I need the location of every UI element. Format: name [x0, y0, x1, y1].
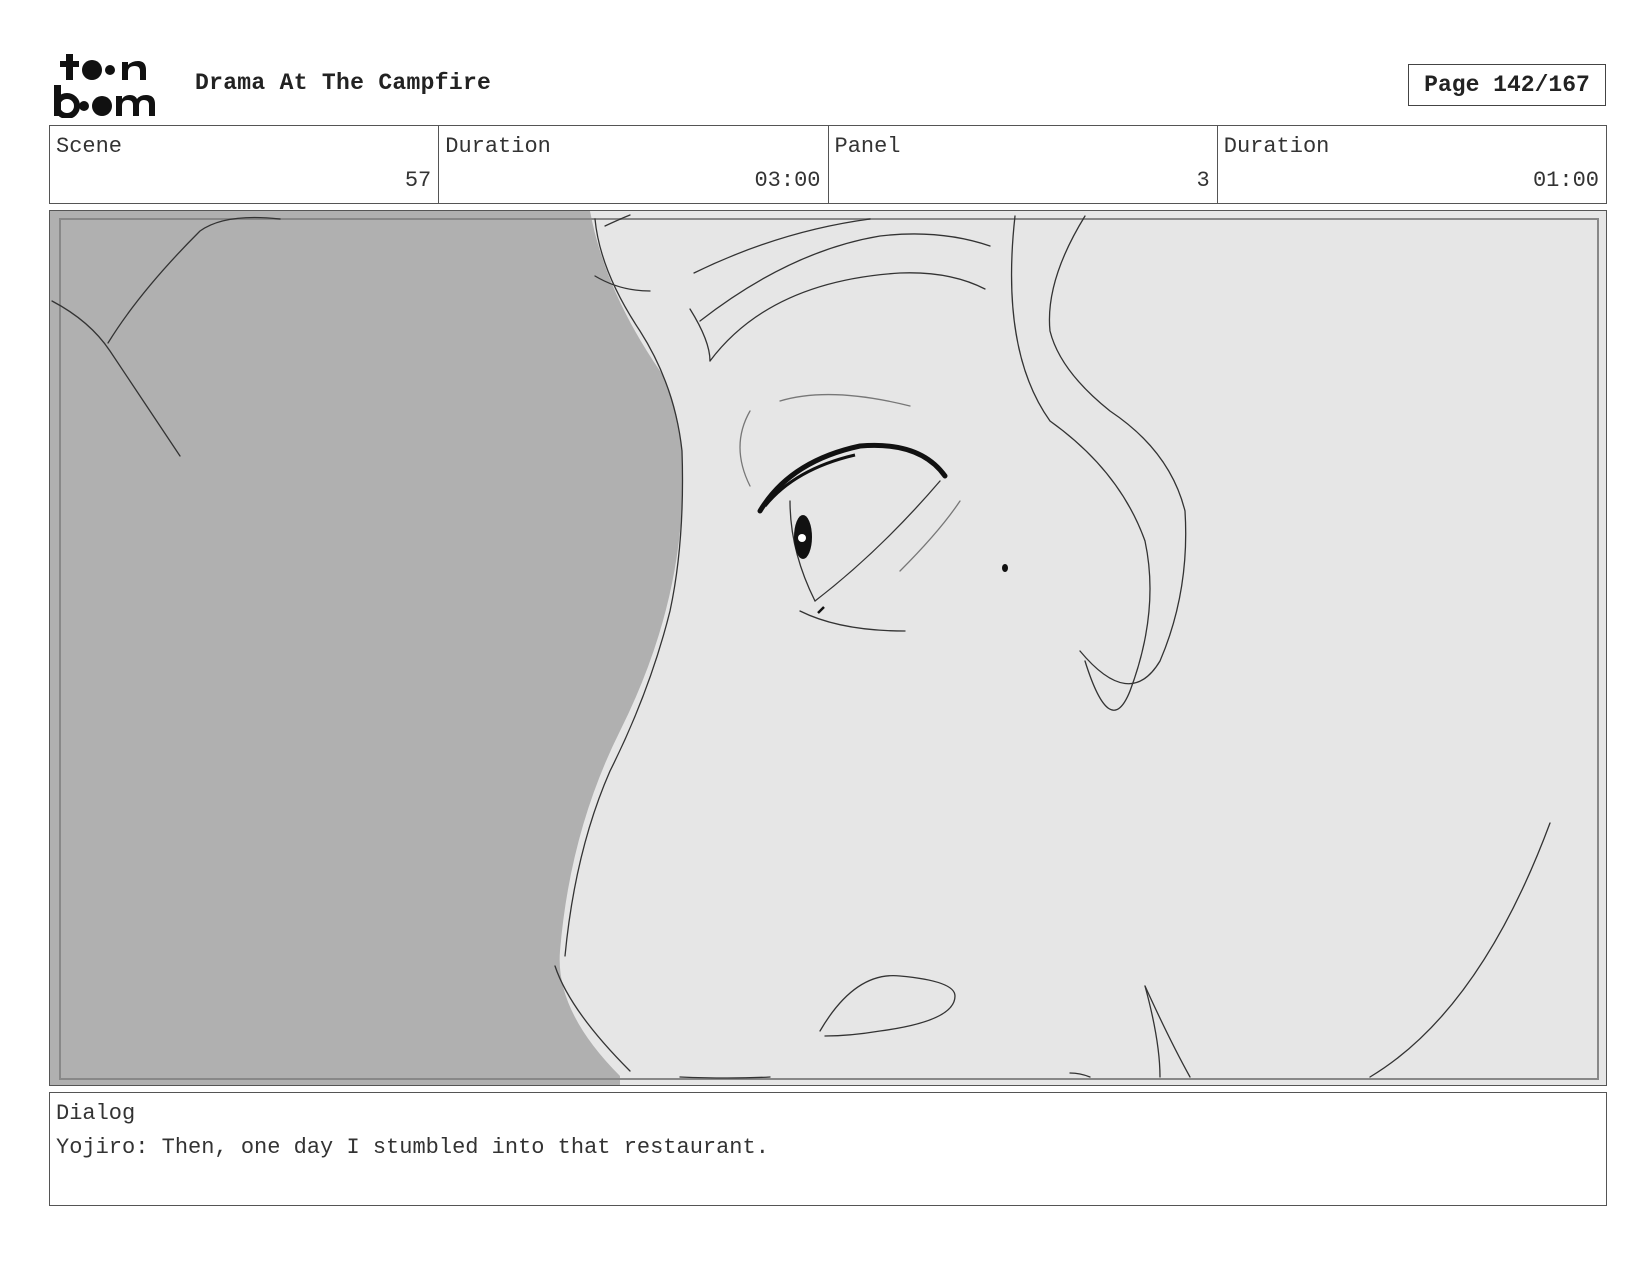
storyboard-sketch-icon	[50, 211, 1606, 1085]
panel-value: 3	[1196, 168, 1210, 193]
scene-info-table: Scene 57 Duration 03:00 Panel 3 Duration…	[49, 125, 1607, 204]
scene-cell: Scene 57	[50, 126, 440, 203]
document-title: Drama At The Campfire	[195, 70, 492, 96]
scene-duration-label: Duration	[445, 134, 551, 159]
panel-duration-label: Duration	[1223, 134, 1330, 159]
scene-value: 57	[404, 168, 432, 193]
scene-duration-cell: Duration 03:00	[439, 126, 829, 203]
dialog-label: Dialog	[56, 1101, 136, 1126]
panel-duration-cell: Duration 01:00	[1218, 126, 1606, 203]
panel-duration-value: 01:00	[1532, 168, 1599, 193]
dialog-box: Dialog Yojiro: Then, one day I stumbled …	[49, 1092, 1607, 1206]
scene-duration-value: 03:00	[754, 168, 821, 193]
dialog-text: Yojiro: Then, one day I stumbled into th…	[56, 1135, 769, 1160]
scene-label: Scene	[56, 134, 123, 159]
storyboard-panel	[49, 210, 1607, 1086]
page-indicator: Page 142/167	[1408, 64, 1606, 106]
toon-boom-logo	[52, 50, 172, 119]
panel-label: Panel	[834, 134, 901, 159]
panel-cell: Panel 3	[829, 126, 1218, 203]
